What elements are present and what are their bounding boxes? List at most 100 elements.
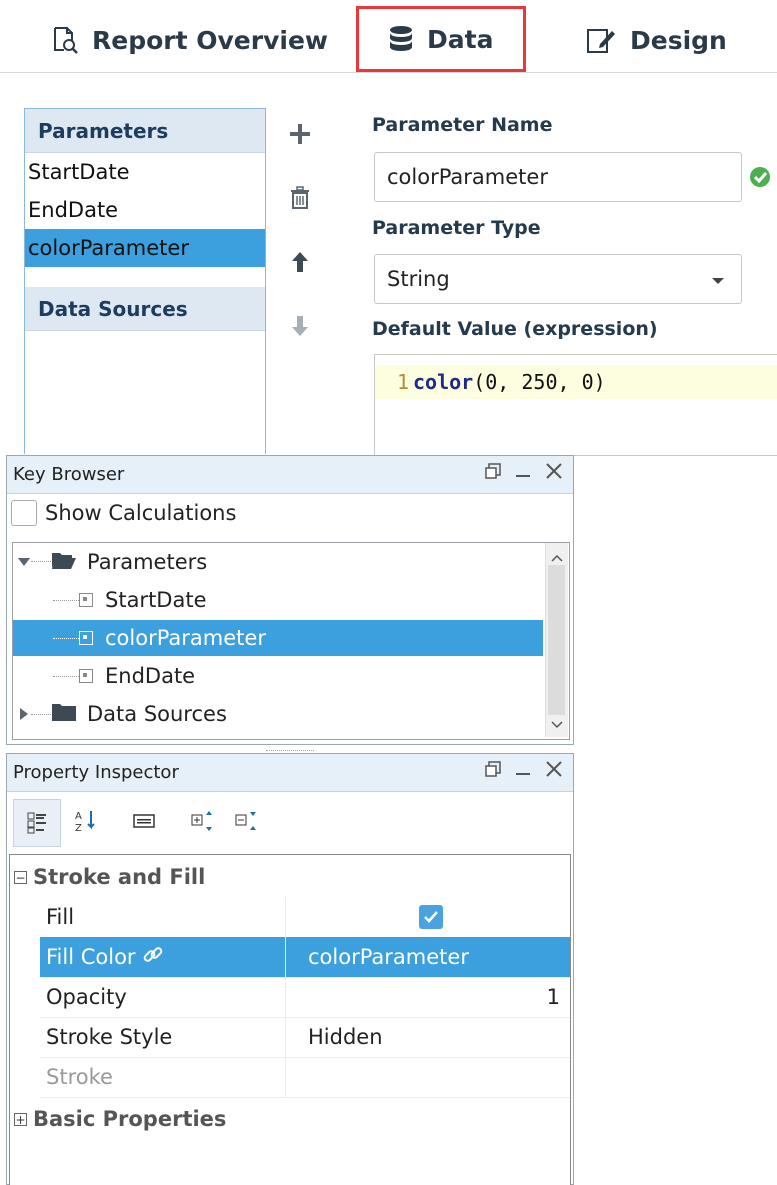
restore-icon[interactable] [485,761,501,781]
panel-splitter[interactable] [266,744,314,751]
key-browser-title: Key Browser [13,464,125,485]
property-value-fill-color: colorParameter [308,945,469,969]
property-row-fill-color[interactable]: Fill Color colorParameter [40,937,570,978]
close-icon[interactable] [545,760,563,782]
key-browser-window: Key Browser Show Calculations Parameters… [6,455,574,745]
expand-all-icon[interactable] [191,810,215,836]
parameter-item-startdate[interactable]: StartDate [25,153,265,191]
parameter-item-colorparameter[interactable]: colorParameter [25,229,265,267]
category-basic-properties[interactable]: + Basic Properties [14,1099,226,1139]
leaf-node-icon [79,593,93,607]
parameter-item-enddate[interactable]: EndDate [25,191,265,229]
leaf-node-icon [79,669,93,683]
tree-node-parameters[interactable]: Parameters [13,544,543,580]
tree-connector [53,675,79,677]
category-stroke-and-fill-label: Stroke and Fill [33,865,206,889]
default-value-label: Default Value (expression) [372,318,658,340]
folder-open-icon [51,550,77,575]
tab-design[interactable]: Design [586,14,727,66]
tree-node-data-sources[interactable]: Data Sources [13,696,543,732]
minimize-icon[interactable] [515,761,531,781]
property-key-opacity: Opacity [46,985,127,1009]
property-row-stroke-style[interactable]: Stroke Style Hidden [40,1017,570,1058]
move-down-button[interactable] [290,314,310,338]
arrow-down-icon [290,314,310,338]
fill-checkbox[interactable] [419,905,443,929]
collapse-all-icon[interactable] [235,810,259,836]
chevron-down-icon [711,267,725,291]
tree-label-startdate: StartDate [105,588,207,612]
sort-alphabetical-icon[interactable]: AZ [75,809,97,837]
parameter-name-label: Parameter Name [372,114,553,136]
expanded-arrow-icon [17,550,31,574]
key-browser-window-controls [485,462,563,484]
minimize-icon[interactable] [515,463,531,483]
scroll-thumb[interactable] [548,565,565,715]
delete-parameter-button[interactable] [290,186,310,210]
property-value-opacity: 1 [546,985,560,1009]
show-calculations-checkbox-row[interactable]: Show Calculations [11,500,236,526]
tree-connector [31,561,51,563]
category-stroke-and-fill[interactable]: − Stroke and Fill [14,857,205,897]
link-icon [142,944,164,971]
move-up-button[interactable] [290,250,310,274]
tab-data-label: Data [427,24,494,54]
property-key-stroke: Stroke [46,1065,113,1089]
expression-editor[interactable]: 1 color (0, 250, 0) [374,354,777,456]
tree-label-colorparameter: colorParameter [105,626,266,650]
tree-label-parameters: Parameters [87,550,208,574]
line-number: 1 [396,370,409,394]
parameters-panel: Parameters StartDate EndDate colorParame… [24,108,266,454]
collapsed-arrow-icon [17,702,31,726]
property-row-opacity[interactable]: Opacity 1 [40,977,570,1018]
property-inspector-window-controls [485,760,563,782]
code-line: 1 color (0, 250, 0) [375,365,777,399]
leaf-node-icon [79,631,93,645]
tree-node-colorparameter[interactable]: colorParameter [13,620,543,656]
key-tree: Parameters StartDate colorParameter EndD… [12,542,570,740]
property-key-fill: Fill [46,905,75,929]
parameter-type-label: Parameter Type [372,217,541,239]
database-icon [389,25,413,53]
tab-bar: Report Overview Data Design [0,0,777,73]
add-parameter-button[interactable] [288,122,312,146]
parameter-type-select[interactable]: String [374,254,742,304]
tree-label-data-sources: Data Sources [87,702,227,726]
restore-icon[interactable] [485,463,501,483]
category-basic-properties-label: Basic Properties [33,1107,227,1131]
property-pages-icon[interactable] [133,813,155,833]
collapse-minus-icon[interactable]: − [14,870,27,884]
property-value-stroke-style: Hidden [308,1025,383,1049]
parameter-name-input[interactable]: colorParameter [374,152,742,202]
tab-data[interactable]: Data [356,6,527,72]
show-calculations-checkbox[interactable] [11,500,37,526]
plus-icon [288,122,312,146]
tree-node-enddate[interactable]: EndDate [13,658,543,694]
expand-plus-icon[interactable]: + [14,1112,27,1126]
categorized-view-icon[interactable] [13,799,61,847]
show-calculations-label: Show Calculations [45,501,237,525]
property-row-stroke[interactable]: Stroke [40,1057,570,1098]
property-grid: − Stroke and Fill Fill Fill Color colorP… [9,854,571,1185]
parameter-type-value: String [387,267,450,291]
scroll-down-icon[interactable] [551,714,563,733]
folder-icon [51,702,77,727]
tree-connector [53,599,79,601]
tab-report-overview[interactable]: Report Overview [52,14,328,66]
trash-icon [290,186,310,210]
data-sources-header: Data Sources [25,287,265,331]
property-inspector-title: Property Inspector [13,762,179,783]
tree-label-enddate: EndDate [105,664,196,688]
tree-node-startdate[interactable]: StartDate [13,582,543,618]
property-key-fill-color: Fill Color [46,945,136,969]
property-row-fill[interactable]: Fill [40,897,570,938]
tree-connector [53,637,79,639]
tree-scrollbar[interactable] [545,543,568,737]
tree-connector [31,713,51,715]
scroll-up-icon[interactable] [551,547,563,566]
tab-design-label: Design [630,25,727,55]
report-preview-icon [52,26,78,54]
edit-document-icon [586,26,616,54]
close-icon[interactable] [545,462,563,484]
